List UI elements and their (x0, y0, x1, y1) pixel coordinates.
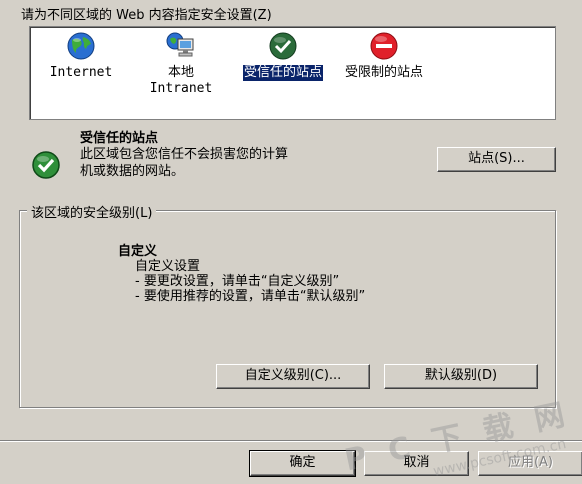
zone-instruction-label: 请为不同区域的 Web 内容指定安全设置(Z) (21, 8, 272, 23)
zone-list[interactable]: Internet 本地 Intranet 受信任的站点 受限制的站点 (29, 26, 556, 120)
security-level-group-title: 该区域的安全级别(L) (27, 202, 157, 221)
selected-zone-icon (31, 150, 61, 184)
globe-icon (67, 32, 95, 60)
custom-level-button[interactable]: 自定义级别(C)... (216, 364, 370, 389)
trusted-check-icon (32, 151, 60, 179)
security-level-description: 自定义设置 - 要更改设置，请单击“自定义级别” - 要使用推荐的设置，请单击“… (135, 259, 365, 304)
zone-label: Internet (49, 65, 113, 80)
zone-local-intranet[interactable]: 本地 Intranet (138, 31, 224, 97)
level-line: - 要更改设置，请单击“自定义级别” (135, 274, 340, 289)
zone-trusted-sites[interactable]: 受信任的站点 (230, 31, 336, 82)
default-level-button[interactable]: 默认级别(D) (384, 364, 538, 389)
selected-zone-title: 受信任的站点 (80, 131, 159, 146)
sites-button[interactable]: 站点(S)... (437, 147, 556, 172)
ok-button[interactable]: 确定 (249, 450, 356, 477)
zone-label: 本地 Intranet (149, 65, 213, 96)
zone-label: 受信任的站点 (241, 64, 325, 82)
zone-internet[interactable]: Internet (46, 31, 116, 81)
intranet-icon (166, 32, 194, 57)
selected-zone-description: 此区域包含您信任不会损害您的计算 机或数据的网站。 (80, 146, 288, 180)
level-line: - 要使用推荐的设置，请单击“默认级别” (135, 289, 366, 304)
description-line: 此区域包含您信任不会损害您的计算 (80, 147, 289, 162)
description-line: 机或数据的网站。 (80, 164, 185, 179)
zone-restricted-sites[interactable]: 受限制的站点 (332, 31, 436, 81)
zone-label: 受限制的站点 (344, 65, 423, 80)
trusted-check-icon (269, 32, 297, 60)
level-line: 自定义设置 (135, 259, 201, 274)
security-level-name: 自定义 (118, 244, 158, 259)
restricted-icon (370, 32, 398, 60)
